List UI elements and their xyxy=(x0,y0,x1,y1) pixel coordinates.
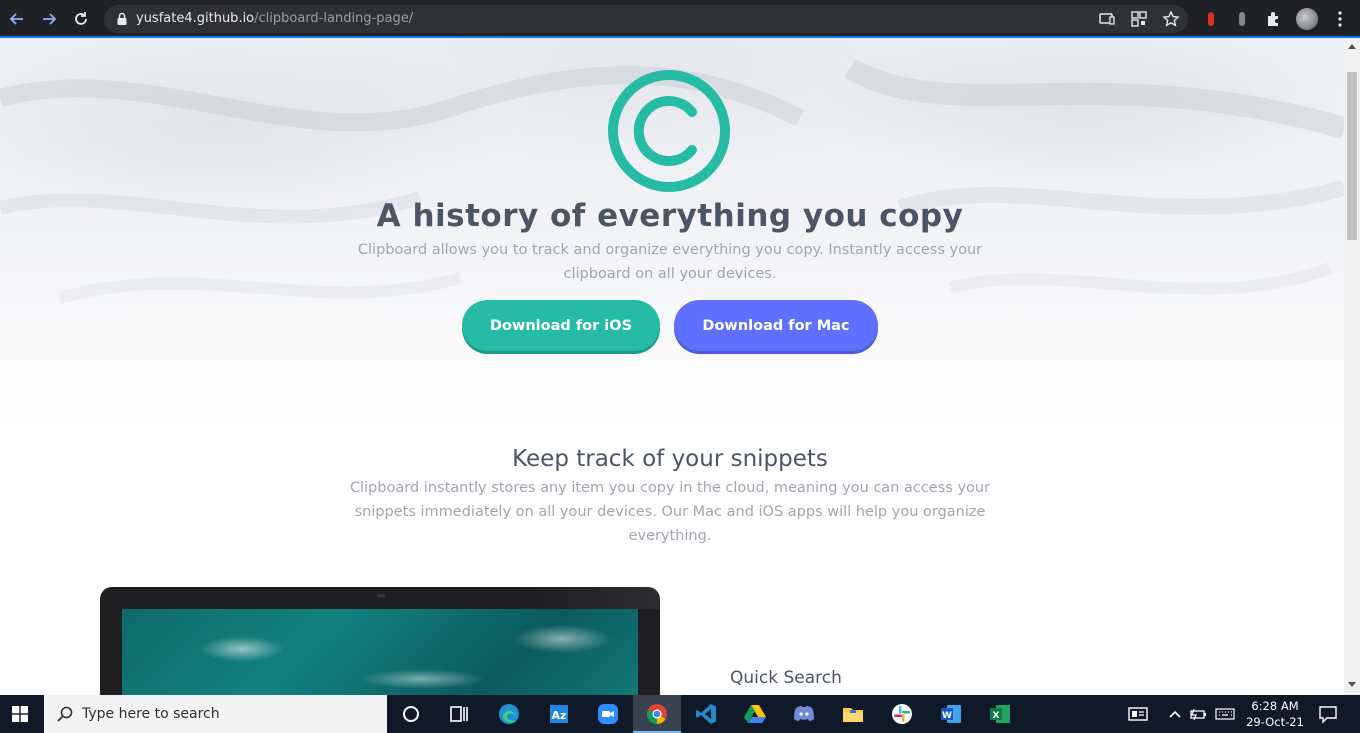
clock-time: 6:28 AM xyxy=(1251,699,1299,713)
back-arrow-icon xyxy=(9,13,23,25)
hero-title: A history of everything you copy xyxy=(376,198,964,234)
reload-button[interactable] xyxy=(68,6,94,32)
quick-search-title: Quick Search xyxy=(730,668,842,688)
battery-icon[interactable] xyxy=(1188,705,1208,723)
taskbar-discord[interactable] xyxy=(780,695,828,733)
extension-gray-icon[interactable] xyxy=(1232,9,1252,29)
url-path: /clipboard-landing-page/ xyxy=(254,11,414,26)
back-button[interactable] xyxy=(4,6,30,32)
page-scrollbar[interactable] xyxy=(1344,38,1360,695)
extension-red-icon[interactable] xyxy=(1201,9,1221,29)
taskbar-task-view[interactable] xyxy=(435,695,483,733)
vscode-icon xyxy=(696,704,716,724)
news-widget-icon[interactable] xyxy=(1128,705,1148,723)
word-icon: W xyxy=(941,705,961,723)
bookmark-star-icon[interactable] xyxy=(1162,10,1180,28)
profile-avatar[interactable] xyxy=(1296,8,1318,30)
taskbar-vscode[interactable] xyxy=(682,695,730,733)
windows-logo-icon xyxy=(12,706,28,722)
system-clock[interactable]: 6:28 AM 29-Oct-21 xyxy=(1244,698,1306,730)
download-mac-button[interactable]: Download for Mac xyxy=(674,300,878,351)
url-text[interactable]: yusfate4.github.io/clipboard-landing-pag… xyxy=(136,11,413,26)
zoom-icon xyxy=(598,704,618,724)
url-host: yusfate4.github.io xyxy=(136,11,255,26)
notification-center-icon[interactable] xyxy=(1318,704,1338,724)
folder-icon xyxy=(843,708,863,722)
cast-icon[interactable] xyxy=(1098,10,1116,28)
search-placeholder: Type here to search xyxy=(82,706,220,722)
lock-icon[interactable] xyxy=(116,12,128,26)
svg-text:X: X xyxy=(993,711,1000,721)
search-icon xyxy=(57,706,73,722)
snippets-title: Keep track of your snippets xyxy=(512,446,828,472)
qr-code-icon[interactable] xyxy=(1130,10,1148,28)
extensions-puzzle-icon[interactable] xyxy=(1264,9,1284,29)
svg-text:Az: Az xyxy=(552,709,567,722)
google-drive-icon xyxy=(744,705,766,723)
taskbar-excel[interactable]: X xyxy=(976,695,1024,733)
scroll-up-arrow-icon[interactable] xyxy=(1348,44,1356,49)
chrome-icon xyxy=(647,704,667,724)
forward-arrow-icon xyxy=(43,13,57,25)
edge-icon xyxy=(499,704,519,724)
clock-date: 29-Oct-21 xyxy=(1246,715,1304,729)
taskbar-zoom[interactable] xyxy=(584,695,632,733)
hero-description: Clipboard allows you to track and organi… xyxy=(357,242,983,282)
discord-icon xyxy=(794,706,814,721)
snippets-description: Clipboard instantly stores any item you … xyxy=(349,480,991,544)
taskbar-slack[interactable] xyxy=(878,695,926,733)
slack-icon xyxy=(892,704,912,724)
web-page: A history of everything you copy Clipboa… xyxy=(0,38,1344,695)
taskbar-file-explorer[interactable] xyxy=(829,695,877,733)
taskbar-google-drive[interactable] xyxy=(731,695,779,733)
taskbar-search[interactable]: Type here to search xyxy=(44,695,387,733)
laptop-image xyxy=(100,587,660,695)
windows-taskbar: Type here to search Az W X 6:28 AM 29-Oc… xyxy=(0,695,1360,733)
svg-text:W: W xyxy=(942,711,952,721)
keyboard-icon[interactable] xyxy=(1215,705,1235,723)
reload-icon xyxy=(75,12,87,25)
taskbar-cortana[interactable] xyxy=(387,695,435,733)
more-menu-icon[interactable] xyxy=(1330,9,1350,29)
taskbar-word[interactable]: W xyxy=(927,695,975,733)
forward-button[interactable] xyxy=(36,6,62,32)
task-view-icon xyxy=(450,706,468,722)
address-bar[interactable]: yusfate4.github.io/clipboard-landing-pag… xyxy=(104,5,1188,33)
laptop-reflection xyxy=(520,587,660,609)
taskbar-azure[interactable]: Az xyxy=(535,695,583,733)
copyright-logo-icon xyxy=(608,70,730,192)
azure-storage-icon: Az xyxy=(550,705,568,723)
laptop-screen-ocean xyxy=(122,609,638,695)
chevron-up-icon[interactable] xyxy=(1165,705,1185,723)
scroll-thumb[interactable] xyxy=(1347,72,1357,240)
taskbar-chrome[interactable] xyxy=(633,695,681,733)
start-button[interactable] xyxy=(0,695,40,733)
cortana-circle-icon xyxy=(403,706,419,722)
excel-icon: X xyxy=(990,705,1010,723)
laptop-camera xyxy=(377,594,385,597)
download-ios-button[interactable]: Download for iOS xyxy=(462,300,660,351)
browser-toolbar: yusfate4.github.io/clipboard-landing-pag… xyxy=(0,0,1360,38)
taskbar-edge[interactable] xyxy=(485,695,533,733)
scroll-down-arrow-icon[interactable] xyxy=(1348,682,1356,687)
